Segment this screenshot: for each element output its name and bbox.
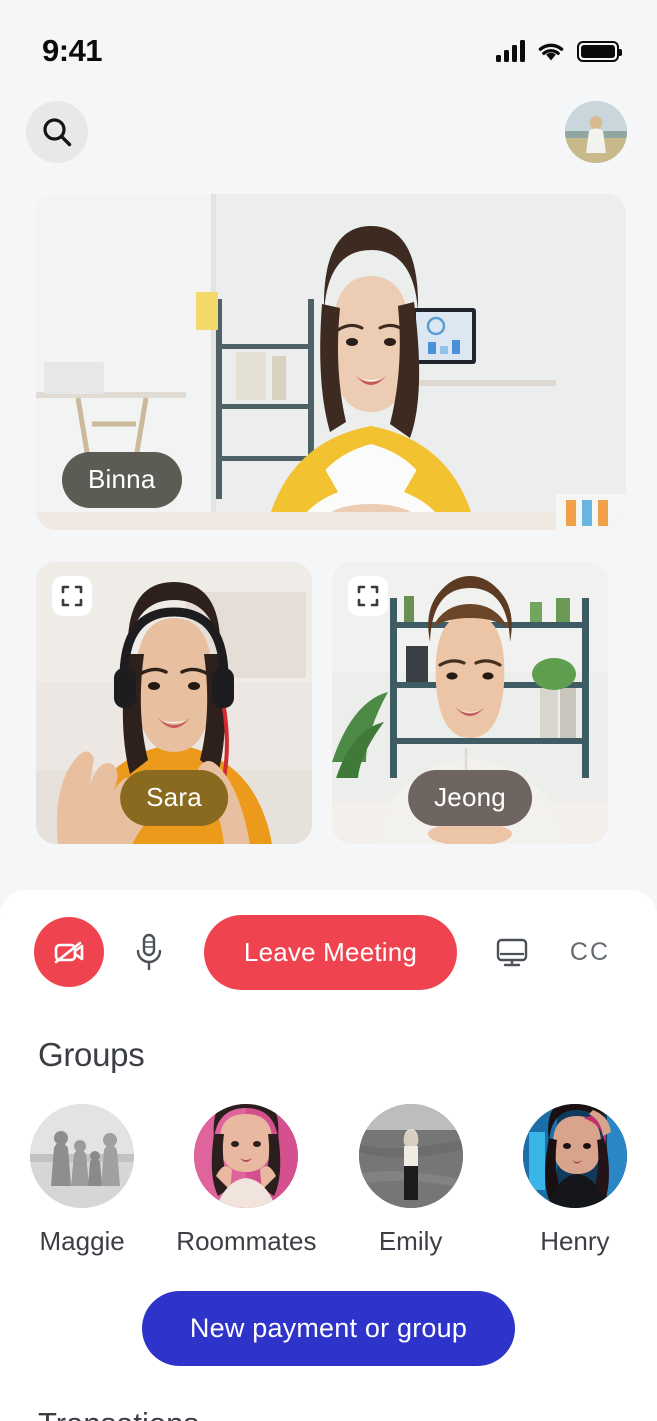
group-label: Roommates — [176, 1226, 317, 1256]
profile-avatar[interactable] — [565, 101, 627, 163]
battery-icon — [577, 40, 622, 62]
status-bar: 9:41 — [0, 0, 657, 84]
main-video-tile[interactable]: Binna — [36, 194, 626, 530]
group-avatar-image — [358, 1104, 463, 1208]
group-item[interactable]: Henry — [500, 1104, 650, 1257]
microphone-button[interactable] — [116, 919, 182, 985]
avatar-image — [565, 101, 627, 163]
participant-name-pill: Sara — [120, 770, 228, 826]
status-time: 9:41 — [42, 33, 103, 68]
group-avatar-image — [522, 1104, 627, 1208]
new-payment-wrapper: New payment or group — [0, 1291, 657, 1366]
group-label: Emily — [378, 1226, 443, 1256]
top-bar — [0, 84, 657, 180]
status-icons — [496, 40, 622, 62]
participant-name-pill: Jeong — [408, 770, 532, 826]
transactions-title: Transations — [0, 1366, 657, 1421]
participant-tile[interactable]: Sara — [36, 562, 312, 844]
group-avatar — [30, 1104, 135, 1208]
groups-title: Groups — [38, 1036, 145, 1073]
cellular-signal-icon — [496, 40, 525, 62]
expand-icon[interactable] — [348, 576, 388, 616]
group-label: Henry — [540, 1226, 610, 1256]
search-icon — [43, 118, 72, 147]
meeting-controls: Leave Meeting CC — [0, 890, 657, 1014]
leave-meeting-button[interactable]: Leave Meeting — [203, 914, 458, 990]
group-avatar — [358, 1104, 463, 1208]
group-item[interactable]: Emily — [336, 1104, 486, 1257]
search-button[interactable] — [26, 101, 88, 163]
group-avatar — [522, 1104, 627, 1208]
camera-toggle-button[interactable] — [34, 917, 104, 987]
wifi-icon — [538, 43, 564, 61]
captions-button[interactable]: CC — [557, 938, 623, 967]
participant-tile[interactable]: Jeong — [332, 562, 608, 844]
group-label: Maggie — [39, 1226, 125, 1256]
microphone-icon — [136, 933, 162, 971]
group-item[interactable]: Maggie — [7, 1104, 157, 1257]
camera-off-icon — [54, 941, 84, 964]
phone-screen: 9:41 Binna Sara Jeong Leave Meeting CC G… — [0, 0, 657, 1421]
group-avatar-image — [30, 1104, 135, 1208]
group-avatar — [194, 1104, 299, 1208]
participant-tiles-row[interactable]: Sara Jeong — [36, 562, 627, 844]
group-item[interactable]: Roommates — [171, 1104, 321, 1257]
new-payment-or-group-button[interactable]: New payment or group — [141, 1291, 516, 1366]
screen-share-button[interactable] — [479, 919, 545, 985]
participant-name-pill: Binna — [62, 452, 182, 508]
group-avatar-image — [194, 1104, 299, 1208]
screen-share-icon — [496, 938, 528, 967]
bottom-sheet: Leave Meeting CC Groups Maggie Roommates… — [0, 890, 657, 1421]
groups-list: Maggie Roommates Emily Henry — [0, 1074, 657, 1257]
video-stage: Binna Sara Jeong — [0, 180, 657, 844]
expand-icon[interactable] — [52, 576, 92, 616]
